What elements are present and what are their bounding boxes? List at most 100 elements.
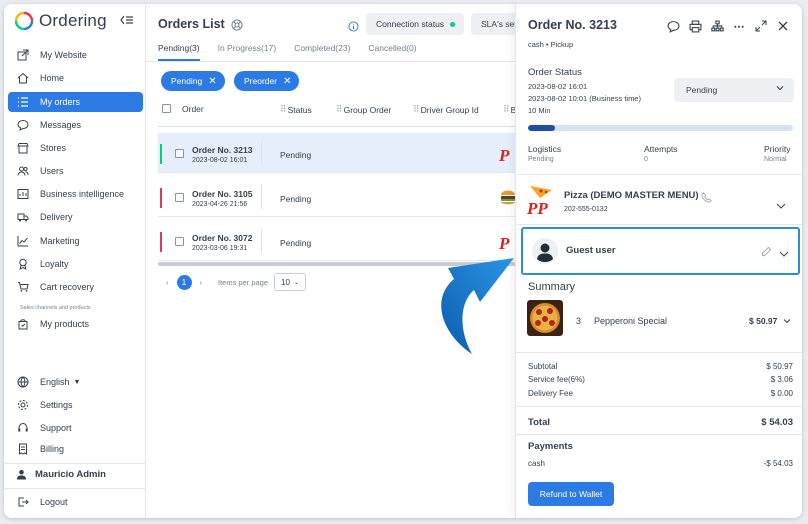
attempts-label: Attempts bbox=[644, 144, 678, 154]
table-row[interactable]: Order No. 3213 2023-08-02 16:01 Pending … bbox=[158, 133, 516, 173]
sitemap-icon[interactable] bbox=[710, 19, 724, 33]
payment-row: cash -$ 54.03 bbox=[528, 459, 793, 468]
product-price-toggle[interactable]: $ 50.97 bbox=[749, 316, 791, 326]
chevron-down-icon[interactable] bbox=[779, 245, 789, 263]
drag-handle-icon[interactable]: ⠿ bbox=[503, 104, 510, 115]
close-icon[interactable] bbox=[776, 19, 790, 33]
next-page-icon[interactable]: › bbox=[200, 278, 203, 287]
lifebuoy-icon[interactable] bbox=[231, 18, 243, 36]
sidebar-item-loyalty[interactable]: Loyalty bbox=[8, 254, 143, 274]
pencil-icon[interactable] bbox=[761, 244, 772, 262]
sidebar-item-business-intelligence[interactable]: Business intelligence bbox=[8, 184, 143, 204]
prev-page-icon[interactable]: ‹ bbox=[166, 278, 169, 287]
select-all-checkbox-cell[interactable] bbox=[162, 104, 171, 113]
order-eta: 10 Min bbox=[528, 106, 551, 115]
panel-divider bbox=[516, 174, 802, 175]
column-header-label: Status bbox=[287, 104, 312, 115]
phone-icon[interactable] bbox=[701, 190, 712, 208]
gear-icon bbox=[16, 398, 30, 412]
brand-logo[interactable]: Ordering bbox=[14, 10, 107, 32]
filter-chip-preorder[interactable]: Preorder ✕ bbox=[234, 71, 300, 91]
cell-divider bbox=[261, 185, 262, 209]
sidebar-item-my-website[interactable]: My Website bbox=[8, 45, 143, 65]
row-checkbox[interactable] bbox=[175, 237, 184, 246]
print-icon[interactable] bbox=[688, 19, 702, 33]
sidebar-item-settings[interactable]: Settings bbox=[8, 395, 143, 415]
drag-handle-icon[interactable]: ⠿ bbox=[280, 104, 287, 115]
panel-divider bbox=[516, 434, 802, 435]
chevron-down-icon: ⌄ bbox=[293, 279, 299, 286]
current-user[interactable]: Mauricio Admin bbox=[16, 469, 106, 480]
sidebar-item-billing[interactable]: Billing bbox=[8, 439, 143, 459]
row-checkbox[interactable] bbox=[175, 149, 184, 158]
tab-cancelled[interactable]: Cancelled(0) bbox=[368, 43, 416, 61]
sidebar-item-marketing[interactable]: Marketing bbox=[8, 231, 143, 251]
summary-title: Summary bbox=[528, 281, 576, 293]
payments-title: Payments bbox=[528, 441, 573, 452]
sla-settings-button[interactable]: SLA's set bbox=[471, 13, 516, 35]
sidebar-item-support[interactable]: Support bbox=[8, 418, 143, 438]
store-name: Pizza (DEMO MASTER MENU) bbox=[564, 190, 699, 201]
cell-divider bbox=[261, 229, 262, 253]
headset-icon bbox=[16, 421, 30, 435]
tab-in-progress[interactable]: In Progress(17) bbox=[218, 43, 277, 61]
drag-handle-icon[interactable]: ⠿ bbox=[413, 104, 420, 115]
shop-icon bbox=[16, 141, 30, 155]
order-status-select[interactable]: Pending bbox=[674, 78, 794, 102]
product-name: Pepperoni Special bbox=[594, 316, 668, 326]
column-header-group-order[interactable]: ⠿ Group Order bbox=[336, 104, 391, 115]
column-header-status[interactable]: ⠿ Status bbox=[280, 104, 312, 115]
delivery-fee-label: Delivery Fee bbox=[528, 389, 573, 398]
close-icon[interactable]: ✕ bbox=[283, 76, 291, 87]
tab-completed[interactable]: Completed(23) bbox=[294, 43, 350, 61]
sidebar-item-label: Cart recovery bbox=[40, 282, 95, 292]
svg-text:P: P bbox=[499, 146, 510, 165]
section-label-sales-channels: Sales channels and products bbox=[20, 305, 91, 311]
connection-status-button[interactable]: Connection status bbox=[366, 13, 464, 35]
sidebar-item-cart-recovery[interactable]: Cart recovery bbox=[8, 277, 143, 297]
drag-handle-icon[interactable]: ⠿ bbox=[336, 104, 343, 115]
list-icon bbox=[16, 95, 30, 109]
chat-icon[interactable] bbox=[666, 19, 680, 33]
close-icon[interactable]: ✕ bbox=[208, 76, 216, 87]
row-status-indicator bbox=[160, 232, 162, 252]
select-all-checkbox[interactable] bbox=[162, 104, 171, 113]
table-row[interactable]: Order No. 3105 2023-04-26 21:56 Pending bbox=[158, 177, 516, 217]
home-icon bbox=[16, 71, 30, 85]
chevron-down-icon[interactable] bbox=[776, 197, 786, 215]
items-per-page-select[interactable]: 10 ⌄ bbox=[274, 273, 307, 291]
sidebar-item-my-orders[interactable]: My orders bbox=[8, 92, 143, 112]
more-options-icon[interactable]: ⋯ bbox=[732, 19, 746, 33]
column-header-driver-group[interactable]: ⠿ Driver Group Id bbox=[413, 104, 479, 115]
refund-to-wallet-button[interactable]: Refund to Wallet bbox=[528, 482, 614, 506]
user-icon bbox=[16, 469, 27, 480]
customer-card[interactable]: Guest user bbox=[521, 227, 800, 275]
expand-icon[interactable] bbox=[754, 19, 768, 33]
sidebar-item-stores[interactable]: Stores bbox=[8, 138, 143, 158]
filter-chip-pending[interactable]: Pending ✕ bbox=[161, 71, 225, 91]
priority-label: Priority bbox=[764, 144, 791, 154]
collapse-sidebar-icon[interactable] bbox=[120, 14, 134, 28]
chevron-down-icon bbox=[776, 84, 784, 94]
subtotal-row: Subtotal $ 50.97 bbox=[528, 362, 793, 371]
sla-label: SLA's set bbox=[481, 19, 516, 29]
order-status: Pending bbox=[280, 238, 312, 248]
sidebar-item-home[interactable]: Home bbox=[8, 68, 143, 88]
sidebar-item-messages[interactable]: Messages bbox=[8, 115, 143, 135]
row-checkbox[interactable] bbox=[175, 193, 184, 202]
language-selector[interactable]: English ▼ bbox=[8, 372, 143, 392]
page-number-button[interactable]: 1 bbox=[176, 274, 192, 290]
sidebar: Ordering My Website Home My orders Messa… bbox=[4, 4, 146, 518]
tab-pending[interactable]: Pending(3) bbox=[158, 43, 200, 61]
sidebar-item-delivery[interactable]: Delivery bbox=[8, 207, 143, 227]
order-status-date: 2023-08-02 16:01 bbox=[528, 82, 588, 91]
order-date: 2023-04-26 21:56 bbox=[192, 201, 248, 208]
logout-button[interactable]: Logout bbox=[8, 492, 143, 512]
sidebar-item-users[interactable]: Users bbox=[8, 161, 143, 181]
sidebar-divider bbox=[4, 463, 146, 464]
attempts-value: 0 bbox=[644, 156, 648, 163]
info-icon[interactable] bbox=[348, 19, 359, 37]
pagination: ‹ 1 › Items per page 10 ⌄ bbox=[166, 273, 307, 291]
product-price: $ 50.97 bbox=[749, 316, 778, 326]
sidebar-item-my-products[interactable]: My products bbox=[8, 314, 143, 334]
